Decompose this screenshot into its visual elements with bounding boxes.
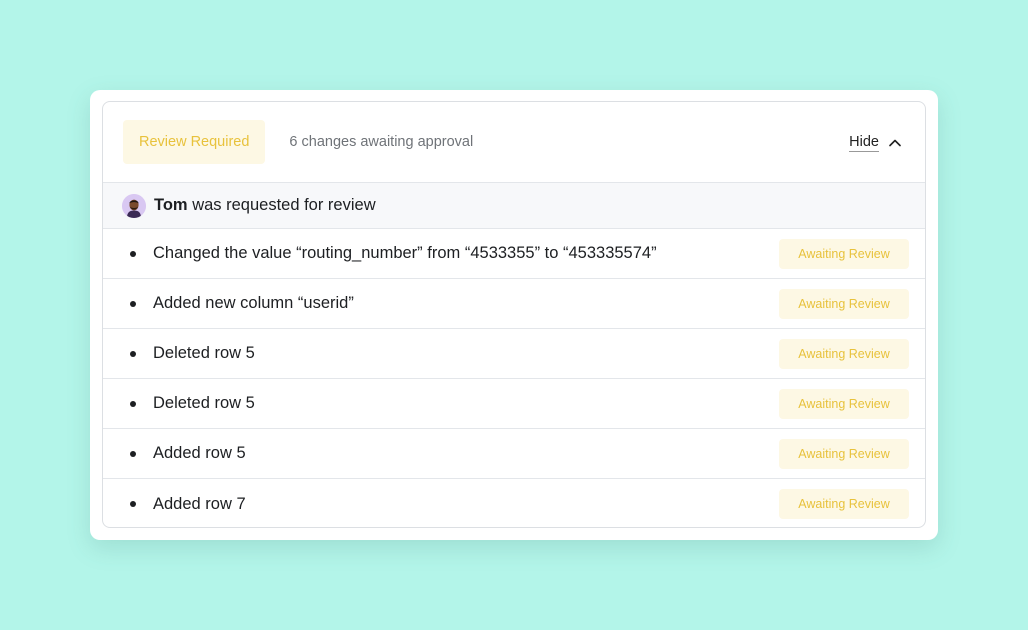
- change-text: Deleted row 5: [153, 344, 255, 362]
- bullet-icon: [130, 400, 136, 407]
- review-required-label: Review Required: [139, 134, 250, 150]
- status-badge: Awaiting Review: [779, 489, 909, 519]
- review-panel: Review Required 6 changes awaiting appro…: [102, 101, 926, 528]
- change-text: Deleted row 5: [153, 394, 255, 412]
- hide-label: Hide: [849, 133, 879, 152]
- user-avatar: [122, 193, 146, 218]
- review-header: Review Required 6 changes awaiting appro…: [103, 102, 925, 183]
- list-item: Deleted row 5 Awaiting Review: [103, 329, 925, 379]
- review-required-badge: Review Required: [123, 120, 266, 164]
- status-badge: Awaiting Review: [779, 238, 909, 269]
- change-text: Changed the value “routing_number” from …: [153, 244, 657, 262]
- list-item: Changed the value “routing_number” from …: [103, 229, 925, 279]
- bullet-icon: [130, 250, 136, 257]
- change-list: Changed the value “routing_number” from …: [103, 229, 925, 527]
- chevron-up-icon: [887, 135, 903, 151]
- bullet-icon: [130, 300, 136, 307]
- change-text: Added row 7: [153, 494, 246, 513]
- list-item: Added row 7 Awaiting Review: [103, 479, 925, 527]
- bullet-icon: [130, 501, 136, 507]
- changes-summary: 6 changes awaiting approval: [289, 134, 474, 150]
- reviewer-request-text: Tom was requested for review: [154, 196, 376, 215]
- change-text: Added new column “userid”: [153, 294, 354, 312]
- list-item: Added new column “userid” Awaiting Revie…: [103, 279, 925, 329]
- bullet-icon: [130, 450, 136, 457]
- reviewer-action-text: was requested for review: [187, 196, 376, 214]
- review-card: Review Required 6 changes awaiting appro…: [90, 90, 938, 540]
- change-text: Added row 5: [153, 444, 246, 462]
- status-badge: Awaiting Review: [779, 388, 909, 419]
- status-badge: Awaiting Review: [779, 438, 909, 469]
- hide-toggle-button[interactable]: Hide: [849, 102, 903, 183]
- status-badge: Awaiting Review: [779, 338, 909, 369]
- list-item: Added row 5 Awaiting Review: [103, 429, 925, 479]
- reviewer-row: Tom was requested for review: [103, 183, 925, 229]
- reviewer-name: Tom: [154, 196, 188, 214]
- list-item: Deleted row 5 Awaiting Review: [103, 379, 925, 429]
- bullet-icon: [130, 350, 136, 357]
- status-badge: Awaiting Review: [779, 288, 909, 319]
